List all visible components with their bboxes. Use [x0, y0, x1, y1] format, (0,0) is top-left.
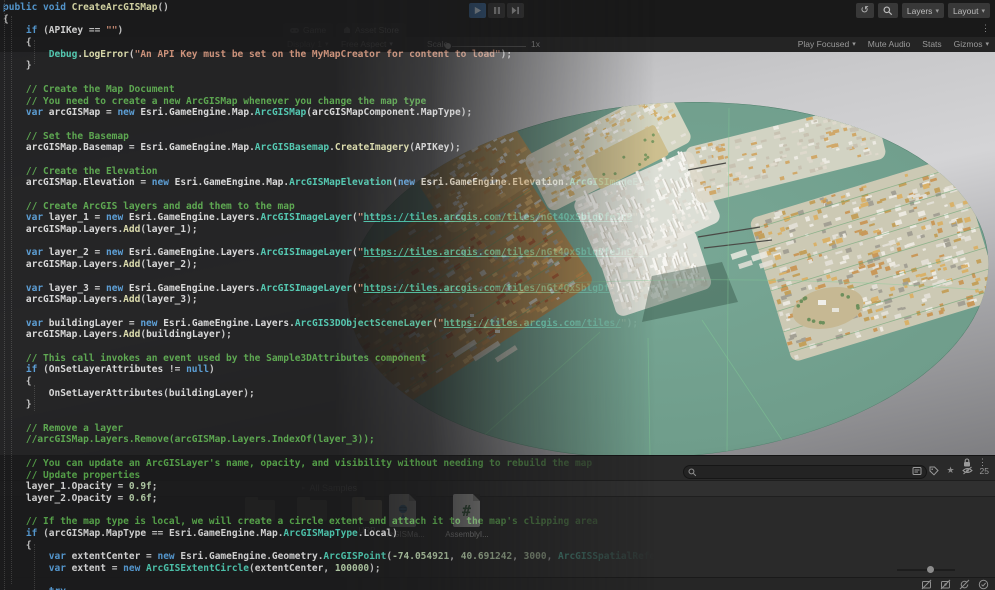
- code-line: try: [3, 586, 995, 590]
- code-line: [3, 236, 995, 248]
- code-line: // Create the Elevation: [3, 166, 995, 178]
- code-line: // This call invokes an event used by th…: [3, 353, 995, 365]
- code-line: arcGISMap.Layers.Add(layer_1);: [3, 224, 995, 236]
- code-line: var layer_2 = new Esri.GameEngine.Layers…: [3, 247, 995, 259]
- code-line: // Set the Basemap: [3, 131, 995, 143]
- code-line: arcGISMap.Elevation = new Esri.GameEngin…: [3, 177, 995, 189]
- code-line: var extent = new ArcGISExtentCircle(exte…: [3, 563, 995, 575]
- code-line: // You can update an ArcGISLayer's name,…: [3, 458, 995, 470]
- code-line: [3, 446, 995, 458]
- indent-guide: [34, 40, 35, 64]
- code-line: [3, 154, 995, 166]
- code-line: OnSetLayerAttributes(buildingLayer);: [3, 388, 995, 400]
- code-line: if (OnSetLayerAttributes != null): [3, 364, 995, 376]
- code-line: arcGISMap.Layers.Add(layer_2);: [3, 259, 995, 271]
- code-line: {: [3, 376, 995, 388]
- indent-guide: [34, 544, 35, 590]
- code-line: [3, 575, 995, 587]
- code-line: {: [3, 37, 995, 49]
- code-editor-overlay[interactable]: public void CreateArcGISMap(){ if (APIKe…: [0, 0, 995, 590]
- code-line: }: [3, 399, 995, 411]
- code-line: [3, 189, 995, 201]
- code-line: //arcGISMap.Layers.Remove(arcGISMap.Laye…: [3, 434, 995, 446]
- indent-guide: [4, 0, 5, 590]
- code-line: {: [3, 14, 995, 26]
- code-line: Debug.LogError("An API Key must be set o…: [3, 49, 995, 61]
- code-line: // If the map type is local, we will cre…: [3, 516, 995, 528]
- code-line: layer_2.Opacity = 0.6f;: [3, 493, 995, 505]
- code-line: // You need to create a new ArcGISMap wh…: [3, 96, 995, 108]
- code-line: var layer_1 = new Esri.GameEngine.Layers…: [3, 212, 995, 224]
- code-line: var buildingLayer = new Esri.GameEngine.…: [3, 318, 995, 330]
- code-line: [3, 271, 995, 283]
- code-editor[interactable]: public void CreateArcGISMap(){ if (APIKe…: [0, 0, 995, 590]
- code-line: arcGISMap.Layers.Add(buildingLayer);: [3, 329, 995, 341]
- code-line: [3, 505, 995, 517]
- code-line: [3, 119, 995, 131]
- code-line: // Create the Map Document: [3, 84, 995, 96]
- code-line: [3, 341, 995, 353]
- code-line: if (arcGISMap.MapType == Esri.GameEngine…: [3, 528, 995, 540]
- code-line: var layer_3 = new Esri.GameEngine.Layers…: [3, 283, 995, 295]
- code-line: var extentCenter = new Esri.GameEngine.G…: [3, 551, 995, 563]
- code-line: layer_1.Opacity = 0.9f;: [3, 481, 995, 493]
- indent-guide: [11, 16, 12, 584]
- code-line: arcGISMap.Layers.Add(layer_3);: [3, 294, 995, 306]
- code-line: {: [3, 540, 995, 552]
- code-line: // Update properties: [3, 470, 995, 482]
- code-line: [3, 306, 995, 318]
- code-line: if (APIKey == ""): [3, 25, 995, 37]
- code-line: // Remove a layer: [3, 423, 995, 435]
- code-line: arcGISMap.Basemap = Esri.GameEngine.Map.…: [3, 142, 995, 154]
- code-line: [3, 411, 995, 423]
- code-line: public void CreateArcGISMap(): [3, 2, 995, 14]
- code-line: }: [3, 60, 995, 72]
- code-line: [3, 72, 995, 84]
- code-line: var arcGISMap = new Esri.GameEngine.Map.…: [3, 107, 995, 119]
- indent-guide: [34, 385, 35, 411]
- screenshot-root: ↺ Layers ▾ Layout ▾ Game: [0, 0, 995, 590]
- code-line: // Create ArcGIS layers and add them to …: [3, 201, 995, 213]
